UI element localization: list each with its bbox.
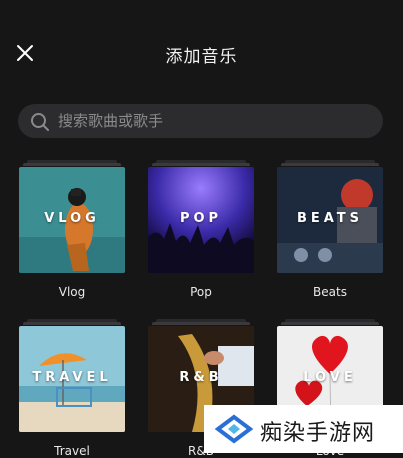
category-name: Travel <box>54 444 90 458</box>
search-icon <box>31 113 49 131</box>
category-name: Vlog <box>58 285 86 299</box>
category-card-travel[interactable]: TRAVEL Travel <box>19 319 125 458</box>
cover-label: POP <box>179 211 223 226</box>
pop-cover-image: POP <box>148 167 254 273</box>
beats-cover-image: BEATS <box>277 167 383 273</box>
search-bar[interactable] <box>18 104 383 138</box>
travel-cover-image: TRAVEL <box>19 326 125 432</box>
category-card-vlog[interactable]: VLOG Vlog <box>19 160 125 299</box>
category-card-pop[interactable]: POP Pop <box>148 160 254 299</box>
page-title: 添加音乐 <box>165 47 238 67</box>
header: 添加音乐 <box>0 0 403 105</box>
watermark: 痴染手游网 <box>204 405 403 453</box>
cover-label: TRAVEL <box>32 370 112 385</box>
category-name: Beats <box>313 285 347 299</box>
category-name: Pop <box>190 285 212 299</box>
cover-label: LOVE <box>303 370 357 385</box>
search-input[interactable] <box>58 104 358 138</box>
cover-label: BEATS <box>296 211 364 226</box>
category-card-beats[interactable]: BEATS Beats <box>277 160 383 299</box>
cover-label: VLOG <box>44 211 100 226</box>
cover-label: R&B <box>179 370 223 385</box>
vlog-cover-image: VLOG <box>19 167 125 273</box>
watermark-logo-icon <box>214 414 254 444</box>
watermark-text: 痴染手游网 <box>260 421 376 446</box>
